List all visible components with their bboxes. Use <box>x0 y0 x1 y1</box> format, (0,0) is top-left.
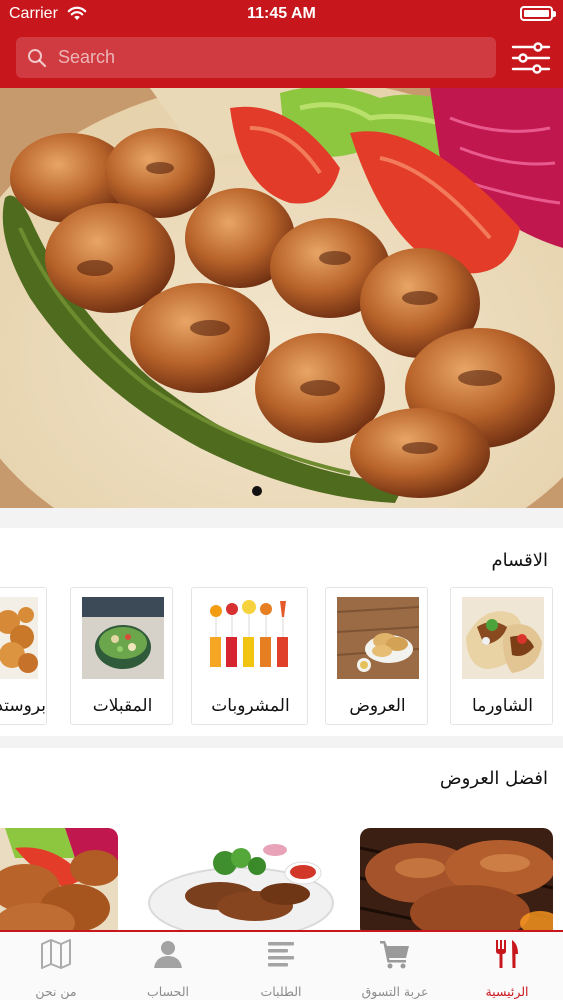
category-card-offers[interactable]: العروض <box>325 587 428 725</box>
best-offers-section: افضل العروض <box>0 748 563 934</box>
categories-title: الاقسام <box>491 550 548 571</box>
appetizers-image <box>82 597 164 679</box>
list-icon <box>268 942 294 967</box>
kebab-plate-image <box>145 828 338 934</box>
tab-label: الطلبات <box>260 984 302 999</box>
banner-page-indicator[interactable] <box>252 486 262 496</box>
category-label: الشاورما <box>472 696 533 716</box>
chicken-tikka-image <box>0 828 118 934</box>
filter-sliders-icon[interactable] <box>511 41 551 75</box>
shawarma-image <box>462 597 544 679</box>
category-label: بروستد <box>0 696 46 716</box>
banner-image <box>0 88 563 508</box>
banner-slider[interactable] <box>0 88 563 508</box>
tab-cart[interactable]: عربة التسوق <box>339 932 451 1000</box>
category-card-drinks[interactable]: المشروبات <box>191 587 308 725</box>
grilled-chicken-image <box>360 828 553 934</box>
user-icon <box>154 941 182 968</box>
offer-card-grilled-chicken[interactable] <box>360 828 553 934</box>
utensils-icon <box>496 940 518 968</box>
home-screen: Carrier 11:45 AM Search الاقسام الشاورما… <box>0 0 563 1000</box>
category-card-appetizers[interactable]: المقبلات <box>70 587 173 725</box>
tab-orders[interactable]: الطلبات <box>225 932 337 1000</box>
tab-label: عربة التسوق <box>361 984 429 999</box>
cart-icon <box>380 941 409 969</box>
offer-card-chicken-tikka[interactable] <box>0 828 118 934</box>
offer-card-kebab-plate[interactable] <box>145 828 338 934</box>
search-bar[interactable]: Search <box>16 37 496 78</box>
best-offers-title: افضل العروض <box>439 768 548 789</box>
tab-home[interactable]: الرئيسية <box>451 932 563 1000</box>
map-icon <box>41 939 71 969</box>
bottom-tab-bar: الرئيسية عربة التسوق الطلبات الحساب من ن… <box>0 930 563 1000</box>
tab-about[interactable]: من نحن <box>0 932 112 1000</box>
offers-image <box>337 597 419 679</box>
category-card-broasted[interactable]: بروستد <box>0 587 47 725</box>
battery-icon <box>520 6 556 21</box>
search-input[interactable]: Search <box>58 47 115 68</box>
tab-label: الحساب <box>146 984 190 999</box>
tab-label: الرئيسية <box>485 984 529 999</box>
category-label: العروض <box>349 696 406 716</box>
broasted-image <box>0 597 38 679</box>
category-label: المقبلات <box>92 696 153 716</box>
categories-section: الاقسام الشاورما العروض المشروبات المقبل… <box>0 528 563 736</box>
tab-account[interactable]: الحساب <box>112 932 224 1000</box>
clock: 11:45 AM <box>247 5 316 22</box>
tab-label: من نحن <box>35 984 77 999</box>
search-icon <box>28 49 47 68</box>
header: Carrier 11:45 AM Search <box>0 0 563 88</box>
drinks-image <box>206 597 294 679</box>
status-bar: Carrier 11:45 AM <box>0 0 563 30</box>
category-card-shawarma[interactable]: الشاورما <box>450 587 553 725</box>
category-label: المشروبات <box>211 696 290 716</box>
